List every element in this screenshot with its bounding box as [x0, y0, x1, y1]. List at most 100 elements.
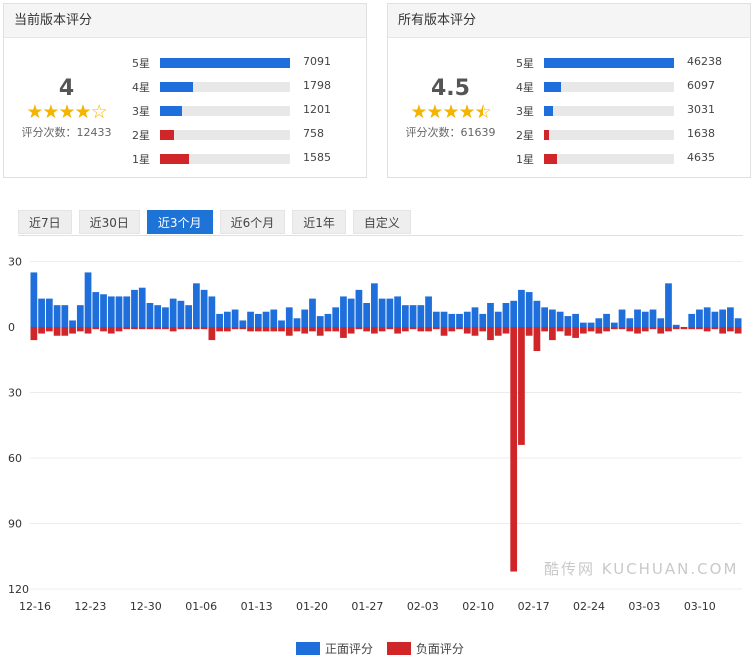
bar-positive [440, 311, 448, 327]
rating-bar-track [160, 154, 290, 164]
bar-negative [703, 327, 711, 332]
bar-negative [177, 327, 185, 330]
bar-positive [38, 298, 45, 327]
rating-bar-fill [160, 106, 183, 116]
rating-bar-fill [544, 58, 674, 68]
rating-count: 评分次数：61639 [405, 126, 496, 139]
bar-positive [711, 311, 719, 327]
bar-positive [448, 313, 456, 327]
bar-positive [572, 313, 579, 327]
bar-positive [316, 316, 324, 327]
bar-negative [610, 327, 618, 330]
bar-positive [371, 283, 378, 327]
bar-negative [432, 327, 440, 330]
bar-positive [177, 300, 185, 327]
x-tick-label: 01-27 [351, 600, 383, 613]
bar-negative [53, 327, 61, 336]
chart-legend: 正面评分 负面评分 [296, 640, 474, 657]
rating-bar-track [160, 58, 290, 68]
bar-negative [556, 327, 564, 332]
tab-custom[interactable]: 自定义 [352, 210, 411, 234]
x-tick-label: 02-03 [407, 600, 439, 613]
bar-positive [100, 294, 107, 327]
bar-negative [347, 327, 355, 334]
bar-negative [641, 327, 649, 332]
bar-positive [324, 313, 332, 327]
bar-positive [533, 300, 541, 327]
x-tick-label: 03-03 [628, 600, 660, 613]
rating-bar-track [544, 58, 674, 68]
star-full-icon: ★ [74, 101, 92, 123]
bar-negative [169, 327, 177, 332]
bar-positive [332, 307, 340, 327]
bar-positive [76, 305, 84, 327]
bar-negative [525, 327, 533, 336]
x-tick-label: 01-13 [241, 600, 273, 613]
bar-negative [84, 327, 92, 334]
bar-positive [208, 296, 216, 327]
bar-negative [115, 327, 123, 332]
legend-item-positive[interactable]: 正面评分 [296, 640, 373, 657]
bar-positive [587, 322, 595, 327]
legend-item-negative[interactable]: 负面评分 [386, 640, 464, 657]
bar-negative [595, 327, 603, 334]
rating-bar-track [160, 130, 290, 140]
tab-1-year[interactable]: 近1年 [292, 210, 346, 234]
bar-negative [634, 327, 641, 334]
rating-bar-fill [544, 154, 558, 164]
y-tick-label: 120 [8, 583, 29, 596]
bar-negative [417, 327, 425, 332]
tab-30-days[interactable]: 近30日 [78, 210, 140, 234]
bar-positive [84, 272, 92, 327]
star-level-label: 5星 [516, 57, 534, 70]
star-level-label: 1星 [132, 153, 150, 166]
bar-positive [193, 283, 200, 327]
bar-negative [572, 327, 579, 338]
y-tick-label: 60 [8, 452, 22, 465]
bar-positive [386, 298, 394, 327]
bar-negative [239, 327, 247, 330]
bar-negative [463, 327, 471, 334]
star-level-label: 3星 [516, 105, 534, 118]
bar-positive [688, 313, 696, 327]
bar-negative [579, 327, 587, 334]
bar-positive [69, 320, 76, 327]
bar-negative [456, 327, 463, 330]
bar-negative [131, 327, 138, 330]
bar-positive [247, 311, 254, 327]
star-full-icon: ★ [426, 101, 443, 123]
x-tick-label: 01-06 [185, 600, 217, 613]
bar-negative [223, 327, 231, 332]
bar-positive [146, 302, 154, 327]
bar-negative [378, 327, 386, 332]
x-tick-label: 03-10 [684, 600, 716, 613]
bar-positive [425, 296, 432, 327]
bar-negative [603, 327, 610, 332]
bar-negative [69, 327, 76, 334]
rating-count: 评分次数：12433 [21, 126, 112, 139]
average-score: 4 [58, 76, 75, 101]
bar-negative [626, 327, 634, 332]
watermark: 酷传网 KUCHUAN.COM [544, 560, 739, 578]
bar-negative [123, 327, 131, 330]
bar-negative [471, 327, 479, 336]
rating-count-value: 758 [303, 127, 324, 140]
bar-positive [363, 302, 371, 327]
bar-positive [92, 292, 100, 327]
bar-negative [734, 327, 742, 334]
all-versions-rating-panel: 所有版本评分 4.5 ★★★★☆★ 评分次数：61639 5星462384星60… [387, 3, 751, 178]
tab-6-months[interactable]: 近6个月 [219, 210, 286, 234]
rating-count-value: 7091 [303, 55, 331, 68]
bar-positive [494, 311, 502, 327]
tab-7-days[interactable]: 近7日 [18, 210, 72, 234]
bar-negative [332, 327, 340, 332]
bar-negative [487, 327, 494, 341]
bar-positive [309, 298, 316, 327]
tab-3-months[interactable]: 近3个月 [146, 210, 213, 234]
bar-negative [719, 327, 727, 334]
bar-negative [696, 327, 703, 330]
time-range-tabs: 近7日 近30日 近3个月 近6个月 近1年 自定义 [18, 210, 418, 235]
bar-positive [285, 307, 293, 327]
bar-positive [293, 318, 301, 327]
bar-positive [665, 283, 672, 327]
